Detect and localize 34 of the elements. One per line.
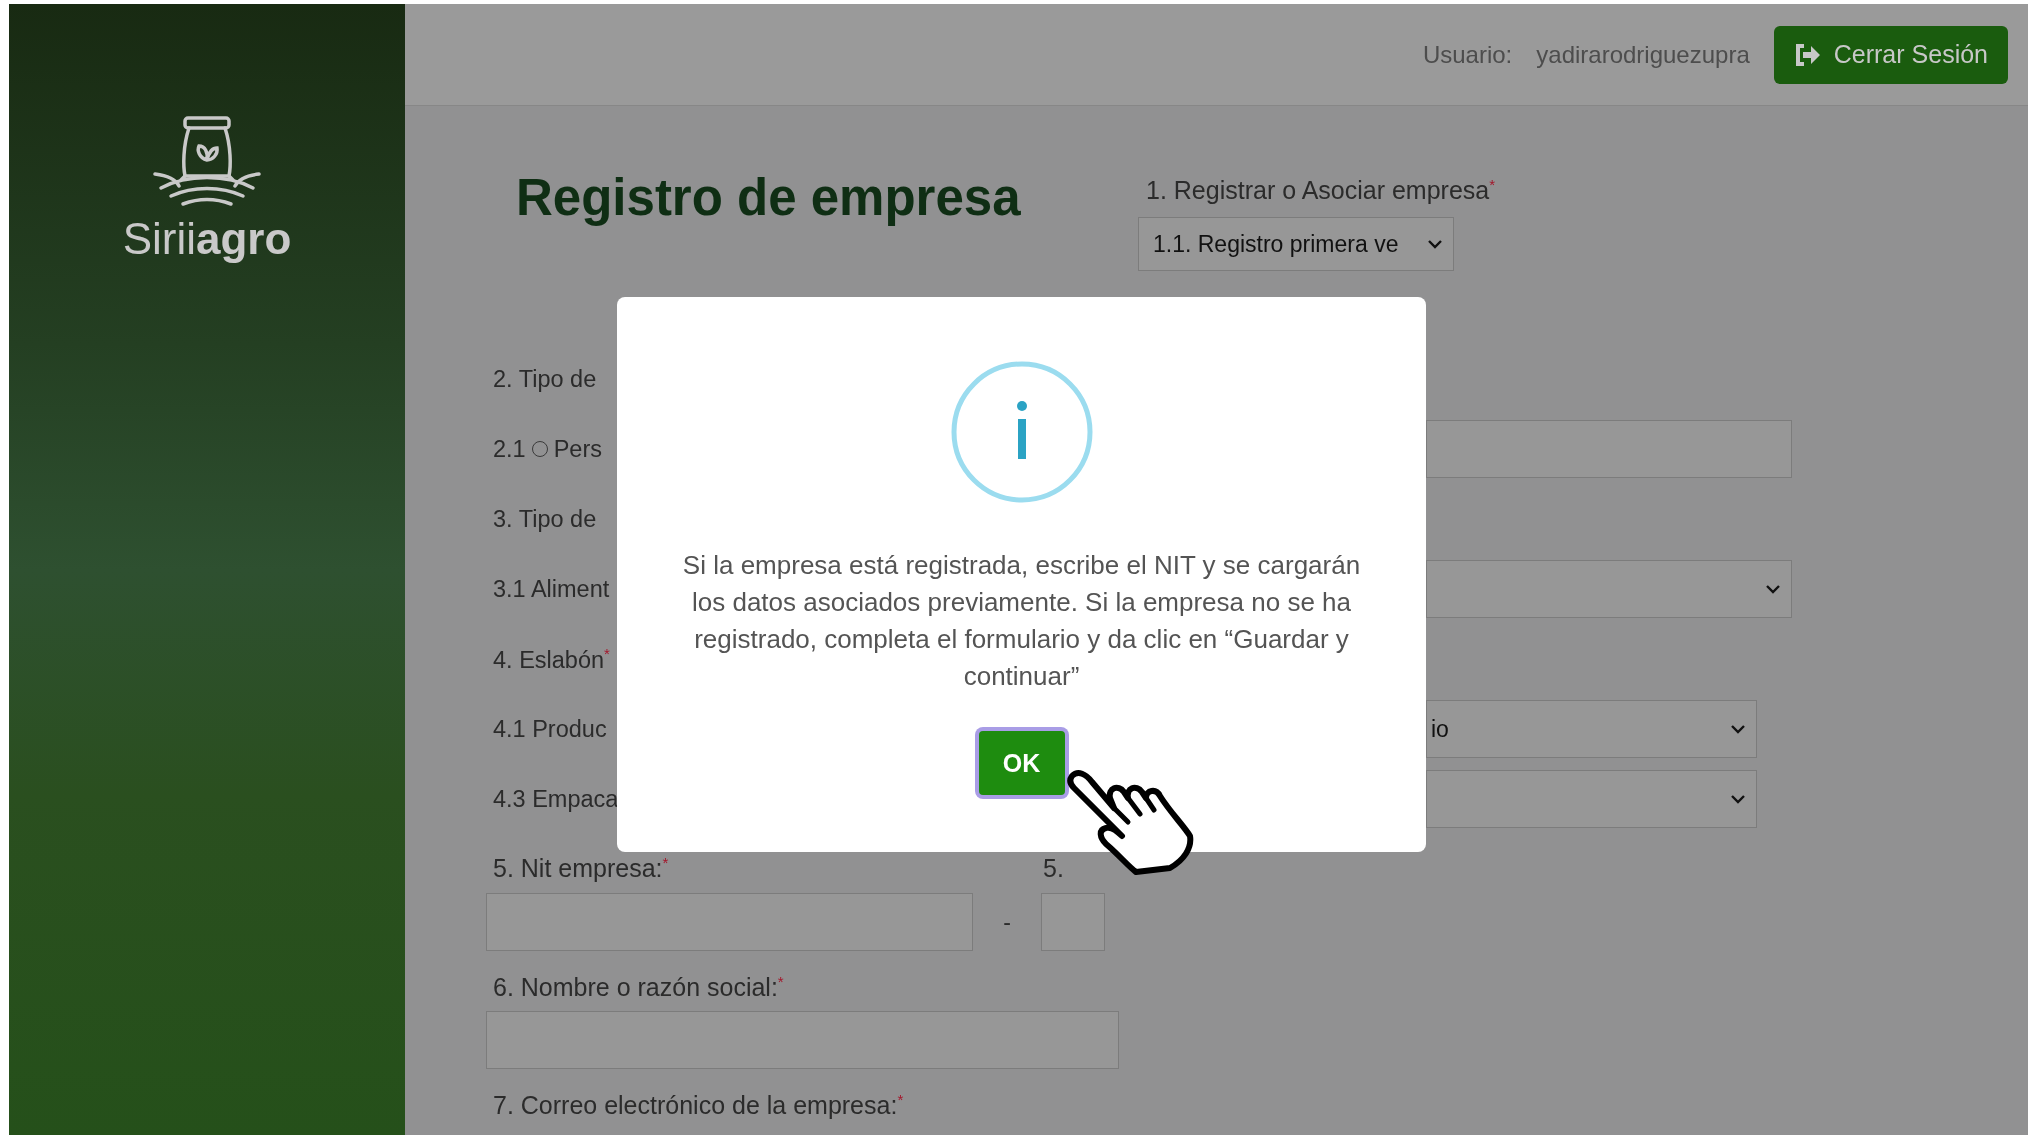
- page-title: Registro de empresa: [516, 168, 1022, 227]
- chevron-down-icon: [1730, 724, 1746, 734]
- dialog-message: Si la empresa está registrada, escribe el NIT y se cargarán los datos asociados previamente. Si la empresa no se ha registrado, completa el formulario y da clic en “Guardar y continuar”: [681, 549, 1362, 693]
- chevron-down-icon: [1765, 584, 1781, 594]
- nit-field[interactable]: [486, 893, 973, 952]
- logo-wordmark: Siriiagro: [122, 214, 292, 264]
- separator: -: [1002, 908, 1012, 936]
- field-label: 5. Nit empresa:$^{*}$: [492, 854, 670, 884]
- field-label: 4.1 Produc: [493, 715, 607, 743]
- field-label: 4.3 Empaca: [493, 785, 619, 813]
- field-label: 4. Eslabón$^{*}$: [493, 644, 610, 674]
- username: yadirarodriguezupra: [1536, 40, 1750, 69]
- name-field[interactable]: [486, 1010, 1119, 1069]
- option-number: 2.1: [493, 435, 526, 463]
- field-label: 3. Tipo de: [493, 505, 597, 533]
- select-field[interactable]: [1426, 560, 1792, 618]
- sign-out-icon: [1793, 42, 1820, 67]
- logout-button[interactable]: Cerrar Sesión: [1773, 25, 2008, 84]
- select-field[interactable]: [1426, 770, 1757, 828]
- chevron-down-icon: [1730, 794, 1746, 804]
- field-label: 7. Correo electrónico de la empresa:$^{*}$: [492, 1090, 905, 1120]
- field-label: 5.: [1043, 854, 1064, 884]
- select-field[interactable]: 1.1. Registro primera ve: [1138, 217, 1454, 272]
- field-label: 1. Registrar o Asociar empresa$^{*}$: [1146, 176, 1496, 206]
- field-label: 3.1 Aliment: [493, 575, 610, 603]
- user-label: Usuario:: [1422, 40, 1513, 69]
- field-label: 6. Nombre o razón social:$^{*}$: [492, 973, 785, 1003]
- check-digit-field[interactable]: [1041, 893, 1105, 952]
- field-label: 2. Tipo de: [493, 365, 597, 393]
- info-icon: [950, 361, 1093, 503]
- chevron-down-icon: [1427, 239, 1443, 250]
- select-field[interactable]: io: [1426, 700, 1757, 758]
- option-label: Pers: [553, 435, 602, 463]
- text-field[interactable]: [1426, 420, 1792, 478]
